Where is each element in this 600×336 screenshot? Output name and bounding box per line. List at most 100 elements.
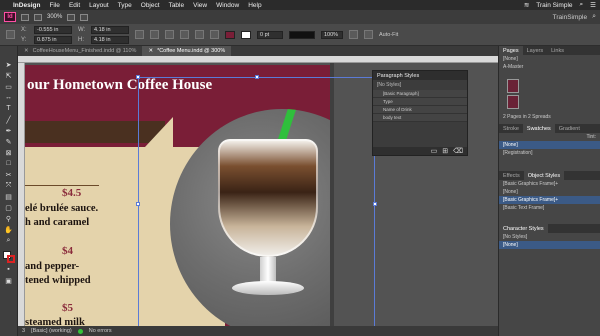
scale-icon[interactable] xyxy=(150,30,159,39)
user-name[interactable]: Train Simple xyxy=(536,2,572,9)
free-transform-tool-icon[interactable]: ⤧ xyxy=(4,181,14,190)
menu-object[interactable]: Object xyxy=(141,2,160,9)
page-thumbnail[interactable] xyxy=(507,79,519,93)
object-style-item[interactable]: [None] xyxy=(499,188,600,196)
page-tool-icon[interactable]: ▭ xyxy=(4,82,14,91)
tab-stroke[interactable]: Stroke xyxy=(499,124,523,133)
tab-links[interactable]: Links xyxy=(547,46,568,55)
menu-view[interactable]: View xyxy=(193,2,207,9)
tab-effects[interactable]: Effects xyxy=(499,171,524,180)
stroke-icon[interactable] xyxy=(6,255,15,263)
width-field[interactable]: 4.18 in xyxy=(91,25,129,34)
selection-tool-icon[interactable]: ➤ xyxy=(4,60,14,69)
master-a[interactable]: A-Master xyxy=(499,63,600,71)
select-container-icon[interactable] xyxy=(210,30,219,39)
style-item[interactable]: Name of Drink xyxy=(373,106,467,114)
selected-frame-bounds[interactable] xyxy=(136,75,377,326)
menu-file[interactable]: File xyxy=(49,2,59,9)
fitting-icon[interactable] xyxy=(349,30,358,39)
x-field[interactable]: -0.555 in xyxy=(34,25,72,34)
object-style-item[interactable]: [Basic Graphics Frame]+ xyxy=(499,196,600,204)
tint-control[interactable]: Tint: xyxy=(499,133,600,141)
opacity-field[interactable]: 100% xyxy=(321,30,343,39)
flip-icon[interactable] xyxy=(195,30,204,39)
handle-top-left[interactable] xyxy=(136,75,140,79)
tab-coffee-menu[interactable]: ✕ *Coffee Menu.indd @ 300% xyxy=(142,46,232,56)
view-options-icon[interactable] xyxy=(34,13,42,21)
object-style-item[interactable]: [Basic Text Frame] xyxy=(499,204,600,212)
scissors-tool-icon[interactable]: ✂ xyxy=(4,170,14,179)
tab-swatches[interactable]: Swatches xyxy=(522,124,555,133)
auto-fit-checkbox[interactable]: Auto-Fit xyxy=(379,32,398,38)
handle-middle-left[interactable] xyxy=(136,202,140,206)
bridge-icon[interactable] xyxy=(21,13,29,21)
page-number[interactable]: 3 xyxy=(22,328,25,334)
tab-pages[interactable]: Pages xyxy=(499,46,523,55)
eyedropper-tool-icon[interactable]: ⚲ xyxy=(4,214,14,223)
rectangle-frame-tool-icon[interactable]: ⊠ xyxy=(4,148,14,157)
swatch-registration[interactable]: [Registration] xyxy=(499,149,600,157)
menu-line-5[interactable]: steamed milk xyxy=(25,317,85,326)
menu-help[interactable]: Help xyxy=(248,2,261,9)
master-none[interactable]: [None] xyxy=(499,55,600,63)
constrain-proportions-icon[interactable] xyxy=(135,30,144,39)
arrange-documents-icon[interactable] xyxy=(80,13,89,21)
list-icon[interactable]: ☰ xyxy=(590,1,596,9)
tab-layers[interactable]: Layers xyxy=(523,46,548,55)
screen-mode-tool-icon[interactable]: ▣ xyxy=(4,276,14,285)
close-icon[interactable]: ✕ xyxy=(24,48,29,54)
fill-frame-icon[interactable] xyxy=(364,30,373,39)
screen-mode-icon[interactable] xyxy=(67,13,76,21)
note-tool-icon[interactable]: ▢ xyxy=(4,203,14,212)
zoom-tool-icon[interactable]: ⌕ xyxy=(4,236,14,245)
price-1[interactable]: $4.5 xyxy=(62,187,81,199)
reference-point-icon[interactable] xyxy=(6,30,15,39)
price-3[interactable]: $5 xyxy=(62,302,73,314)
tab-gradient[interactable]: Gradient xyxy=(555,124,584,133)
rotate-icon[interactable] xyxy=(165,30,174,39)
direct-selection-tool-icon[interactable]: ⇱ xyxy=(4,71,14,80)
preflight-status[interactable]: No errors xyxy=(89,328,112,334)
menu-line-2[interactable]: h and caramel xyxy=(25,217,89,228)
menu-line-3[interactable]: and pepper- xyxy=(25,261,79,272)
search-field-icon[interactable]: ⌕ xyxy=(592,13,596,21)
menu-type[interactable]: Type xyxy=(118,2,132,9)
panel-header[interactable]: Paragraph Styles xyxy=(373,71,467,80)
style-item[interactable]: [Basic Paragraph] xyxy=(373,90,467,98)
gap-tool-icon[interactable]: ↔ xyxy=(4,93,14,102)
menu-line-1[interactable]: elé brulée sauce. xyxy=(25,203,98,214)
zoom-level[interactable]: 300% xyxy=(47,14,62,20)
page-thumbnail[interactable] xyxy=(507,95,519,109)
handle-top-middle[interactable] xyxy=(255,75,259,79)
vertical-ruler[interactable] xyxy=(18,63,25,326)
mode-label[interactable]: [Basic] (working) xyxy=(31,328,72,334)
app-menu[interactable]: InDesign xyxy=(13,2,40,9)
menu-line-4[interactable]: tened whipped xyxy=(25,275,91,286)
hand-tool-icon[interactable]: ✋ xyxy=(4,225,14,234)
stroke-type-swatch[interactable] xyxy=(289,30,315,39)
fill-swatch[interactable] xyxy=(225,30,235,39)
shear-icon[interactable] xyxy=(180,30,189,39)
trash-icon[interactable]: ⌫ xyxy=(453,147,463,155)
menu-table[interactable]: Table xyxy=(169,2,185,9)
search-icon[interactable]: ⌕ xyxy=(580,1,584,9)
horizontal-ruler[interactable] xyxy=(18,56,498,63)
menu-window[interactable]: Window xyxy=(216,2,239,9)
style-item[interactable]: body text xyxy=(373,114,467,122)
pencil-tool-icon[interactable]: ✎ xyxy=(4,137,14,146)
menu-layout[interactable]: Layout xyxy=(89,2,109,9)
wifi-icon[interactable]: ≋ xyxy=(524,1,529,9)
line-tool-icon[interactable]: ╱ xyxy=(4,115,14,124)
y-field[interactable]: 0.875 in xyxy=(34,35,72,44)
handle-middle-right[interactable] xyxy=(373,202,377,206)
new-style-icon[interactable]: ⊞ xyxy=(442,147,448,155)
tab-character-styles[interactable]: Character Styles xyxy=(499,224,548,233)
pen-tool-icon[interactable]: ✒ xyxy=(4,126,14,135)
formatting-affects-icon[interactable]: ▪ xyxy=(4,265,14,274)
tab-coffee-house-finished[interactable]: ✕ CoffeeHouseMenu_Finished.indd @ 110% xyxy=(18,46,142,56)
style-item[interactable]: Type xyxy=(373,98,467,106)
tab-object-styles[interactable]: Object Styles xyxy=(523,171,565,180)
gradient-tool-icon[interactable]: ▤ xyxy=(4,192,14,201)
folder-icon[interactable]: ▭ xyxy=(431,147,438,155)
rectangle-tool-icon[interactable]: □ xyxy=(4,159,14,168)
